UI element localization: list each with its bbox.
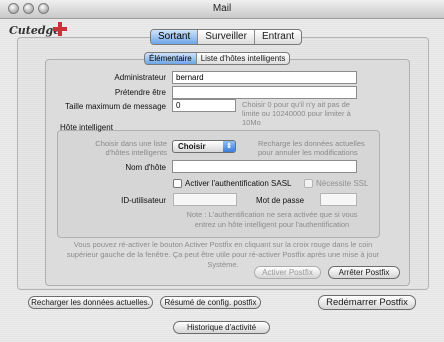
tab-surveiller[interactable]: Surveiller — [198, 30, 255, 44]
pretend-field[interactable] — [172, 86, 357, 99]
userid-label: ID-utilisateur — [121, 196, 166, 205]
config-summary-button[interactable]: Résumé de config. postfix — [160, 296, 261, 309]
main-tabs: Sortant Surveiller Entrant — [150, 29, 303, 45]
red-cross-icon[interactable] — [53, 22, 67, 36]
activate-postfix-button[interactable]: Activer Postfix — [254, 266, 321, 279]
auth-note: Note : L'authentification ne sera activé… — [186, 210, 358, 229]
tab-elementaire[interactable]: Élémentaire — [145, 53, 197, 64]
ssl-label: Nécessite SSL — [316, 179, 369, 188]
sasl-label: Activer l'authentification SASL — [185, 179, 292, 188]
administrator-label: Administrateur — [114, 73, 166, 82]
smarthost-popup[interactable]: Choisir ⇕ — [172, 140, 236, 153]
tab-entrant[interactable]: Entrant — [255, 30, 301, 44]
title-bar: Mail — [0, 0, 444, 19]
choose-smarthost-label: Choisir dans une liste d'hôtes intellige… — [95, 139, 167, 157]
hostname-field[interactable] — [172, 160, 357, 173]
ssl-checkbox[interactable] — [304, 179, 313, 188]
password-field[interactable] — [320, 193, 357, 206]
max-size-field[interactable]: 0 — [172, 99, 236, 112]
window-title: Mail — [212, 3, 232, 14]
smarthost-popup-value: Choisir — [178, 142, 206, 151]
password-label: Mot de passe — [256, 196, 305, 205]
tab-smarthost-list[interactable]: Liste d'hôtes intelligents — [197, 53, 290, 64]
reload-hint: Recharge les données actuelles pour annu… — [258, 139, 365, 157]
administrator-field[interactable]: bernard — [172, 71, 357, 84]
mail-window: Mail Cutedge Sortant Surveiller Entrant … — [0, 0, 444, 342]
popup-arrows-icon: ⇕ — [223, 141, 235, 152]
max-size-label: Taille maximum de message — [65, 102, 166, 111]
max-size-hint: Choisir 0 pour qu'il n'y ait pas de limi… — [242, 100, 351, 127]
stop-postfix-button[interactable]: Arrêter Postfix — [328, 266, 400, 279]
sub-tabs: Élémentaire Liste d'hôtes intelligents — [144, 52, 291, 65]
tab-sortant[interactable]: Sortant — [151, 30, 199, 44]
smarthost-group-title: Hôte intelligent — [60, 123, 113, 132]
reload-data-button[interactable]: Recharger les données actuelles. — [28, 296, 153, 309]
userid-field[interactable] — [173, 193, 237, 206]
hostname-label: Nom d'hôte — [125, 163, 166, 172]
pretend-label: Prétendre être — [114, 88, 166, 97]
activity-history-button[interactable]: Historique d'activité — [173, 321, 270, 334]
restart-postfix-button[interactable]: Redémarrer Postfix — [318, 295, 416, 310]
sasl-checkbox[interactable] — [173, 179, 182, 188]
